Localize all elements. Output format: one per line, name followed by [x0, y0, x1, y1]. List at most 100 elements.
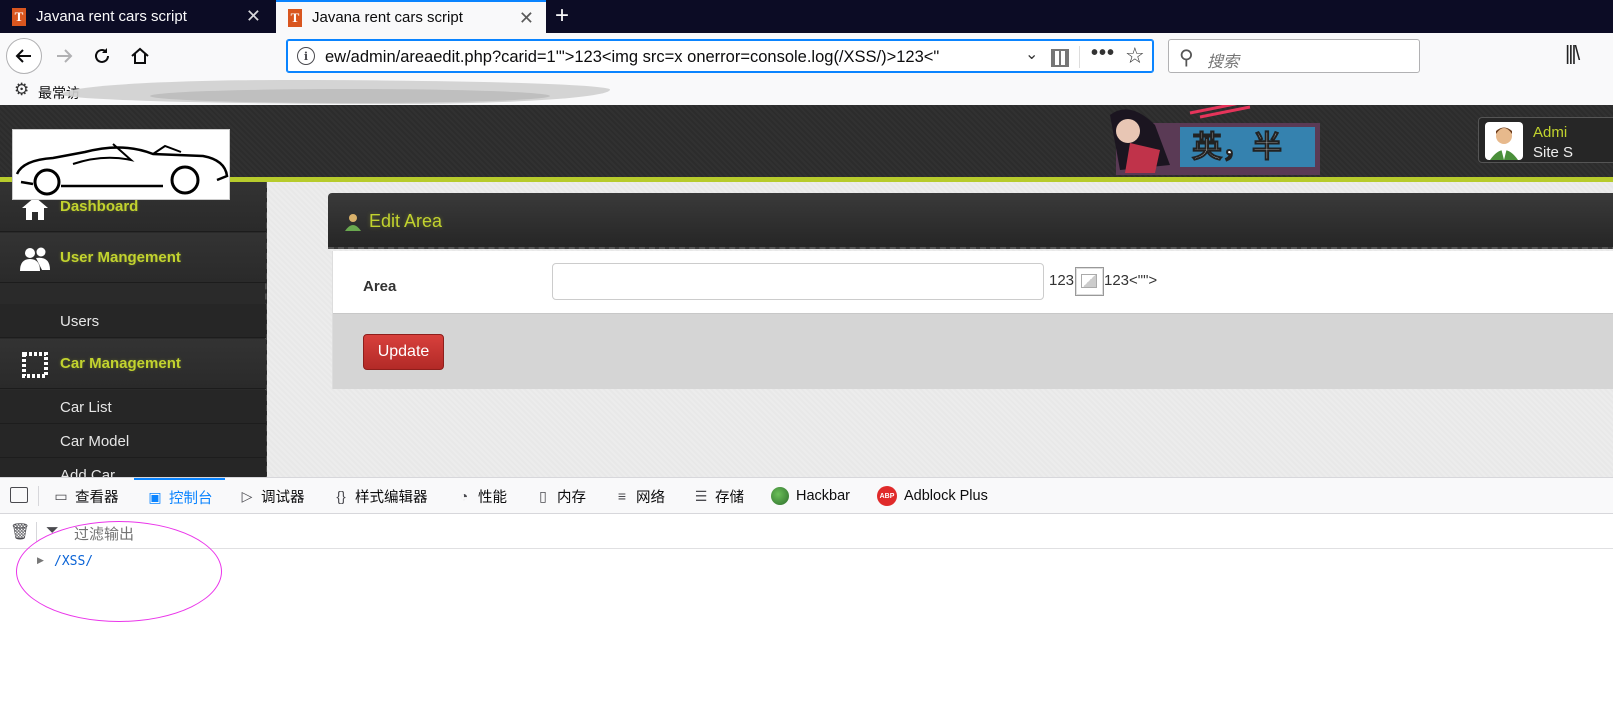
inspector-icon: ▭: [54, 487, 68, 504]
element-picker-icon[interactable]: [10, 487, 28, 503]
sidebar-subitem-car-model[interactable]: Car Model: [0, 424, 266, 458]
tab-performance[interactable]: ◔ 性能: [455, 478, 507, 514]
tab-label: 性能: [478, 489, 507, 506]
tab-title: Javana rent cars script: [312, 9, 463, 26]
sidebar-subitem-label: Car Model: [60, 433, 130, 450]
chevron-down-icon[interactable]: ⌄: [1025, 44, 1038, 64]
stamp-icon: [20, 351, 50, 379]
sidebar-subitem-label: Car List: [60, 399, 112, 416]
page-actions-icon[interactable]: •••: [1091, 42, 1115, 65]
console-log-row[interactable]: ▶ /XSS/: [0, 550, 1613, 574]
sidebar-subitem-users[interactable]: Users: [0, 304, 266, 338]
tab-console[interactable]: ▣ 控制台: [134, 478, 225, 514]
tab-storage[interactable]: ☰ 存储: [692, 478, 744, 514]
broken-image-icon: [1075, 267, 1104, 296]
sidebar-item-user-management[interactable]: User Mangement: [0, 233, 266, 283]
adblock-icon: ABP: [877, 486, 897, 506]
sidebar-subitem-label: Users: [60, 313, 100, 330]
trash-icon[interactable]: 🗑: [10, 522, 30, 542]
storage-icon: ☰: [694, 487, 708, 504]
forward-button[interactable]: [46, 38, 82, 74]
tab-title: Javana rent cars script: [36, 8, 187, 25]
edit-area-form: Area 123 123<""> Update: [332, 251, 1613, 389]
search-input[interactable]: ⚲ 搜索: [1168, 39, 1420, 73]
library-icon[interactable]: |||\: [1565, 43, 1580, 66]
search-placeholder: 搜索: [1207, 54, 1240, 71]
tab-debugger[interactable]: ▷ 调试器: [238, 478, 305, 514]
injected-text-before: 123: [1049, 272, 1075, 289]
tab-label: 存储: [715, 489, 744, 506]
home-button[interactable]: [122, 38, 158, 74]
sidebar-subitem-add-car[interactable]: Add Car: [0, 458, 266, 477]
devtools-panel: ▭ 查看器 ▣ 控制台 ▷ 调试器 {} 样式编辑器 ◔ 性能 ▯ 内存 ≡ 网络 ☰ 存储 H…: [0, 477, 1613, 712]
anime-banner-image: 英，半: [1100, 105, 1320, 175]
address-bar[interactable]: i ew/admin/areaedit.php?carid=1'">123<im…: [286, 39, 1154, 73]
tab-label: 控制台: [169, 490, 213, 507]
style-editor-icon: {}: [336, 488, 346, 504]
tab-label: 调试器: [261, 489, 305, 506]
tab-hackbar[interactable]: Hackbar: [771, 478, 850, 514]
devtools-toolbar: ▭ 查看器 ▣ 控制台 ▷ 调试器 {} 样式编辑器 ◔ 性能 ▯ 内存 ≡ 网络 ☰ 存储 H…: [0, 478, 1613, 514]
avatar: [1485, 122, 1523, 160]
tab-memory[interactable]: ▯ 内存: [534, 478, 586, 514]
back-button[interactable]: [6, 38, 42, 74]
performance-icon: ◔: [459, 488, 469, 504]
sidebar-item-label: Car Management: [60, 355, 181, 372]
tab-label: 查看器: [75, 489, 119, 506]
tab-label: Adblock Plus: [904, 488, 988, 504]
sidebar: Dashboard User Mangement Users Car Manag…: [0, 182, 267, 477]
area-input[interactable]: [552, 263, 1044, 300]
banner-text: 英，半: [1192, 130, 1282, 165]
home-icon: [131, 47, 149, 64]
site-logo[interactable]: [12, 129, 230, 200]
tab-adblock-plus[interactable]: ABP Adblock Plus: [877, 478, 988, 514]
tab-label: 样式编辑器: [355, 489, 428, 506]
users-icon: [20, 245, 50, 273]
close-tab-icon[interactable]: ✕: [246, 6, 261, 27]
user-name: Admi: [1533, 124, 1568, 141]
sidebar-subitem-car-list[interactable]: Car List: [0, 390, 266, 424]
tab-network[interactable]: ≡ 网络: [613, 478, 665, 514]
gear-icon: ⚙: [14, 80, 30, 99]
qr-code-icon[interactable]: [1051, 49, 1069, 67]
browser-tab-active[interactable]: T Javana rent cars script ✕: [276, 0, 546, 33]
close-tab-icon[interactable]: ✕: [519, 8, 534, 29]
user-role: Site S: [1533, 144, 1574, 161]
form-actions: Update: [333, 313, 1613, 389]
console-icon: ▣: [148, 488, 162, 505]
toolbar-divider: [38, 486, 39, 506]
highlight-circle-annotation: [16, 521, 222, 622]
sidebar-item-car-management[interactable]: Car Management: [0, 339, 266, 389]
panel-header: Edit Area: [328, 193, 1613, 249]
user-profile[interactable]: Admi Site S: [1478, 117, 1613, 163]
tab-label: Hackbar: [796, 488, 850, 504]
site-favicon-icon: T: [288, 8, 302, 27]
injected-text-after: 123<"">: [1104, 272, 1158, 289]
bookmarks-toolbar: ⚙ 最常访: [0, 79, 1613, 105]
hackbar-icon: [771, 487, 789, 505]
forward-arrow-icon: [57, 49, 73, 63]
debugger-icon: ▷: [241, 487, 253, 504]
site-favicon-icon: T: [12, 7, 26, 26]
back-arrow-icon: [15, 49, 31, 63]
car-logo-icon: [15, 143, 229, 196]
bookmark-star-icon[interactable]: ☆: [1125, 43, 1145, 69]
tab-label: 内存: [557, 489, 586, 506]
tab-inspector[interactable]: ▭ 查看器: [52, 478, 119, 514]
search-icon: ⚲: [1179, 47, 1194, 69]
update-button[interactable]: Update: [363, 334, 444, 370]
reload-button[interactable]: [84, 38, 120, 74]
user-icon: [344, 213, 362, 234]
tab-label: 网络: [636, 489, 665, 506]
tab-strip: T Javana rent cars script ✕ T Javana ren…: [0, 0, 1613, 33]
tab-style-editor[interactable]: {} 样式编辑器: [332, 478, 428, 514]
new-tab-icon[interactable]: +: [555, 2, 569, 30]
reload-icon: [95, 48, 109, 63]
site-header: 英，半 Admi Site S: [0, 105, 1613, 180]
url-divider: [1079, 46, 1080, 68]
url-text[interactable]: ew/admin/areaedit.php?carid=1'">123<img …: [325, 48, 939, 67]
browser-tab[interactable]: T Javana rent cars script ✕: [0, 0, 273, 33]
toolbar-divider: [36, 522, 37, 542]
web-page: 英，半 Admi Site S Dashboard User Mangement…: [0, 105, 1613, 477]
site-info-icon[interactable]: i: [297, 47, 315, 65]
